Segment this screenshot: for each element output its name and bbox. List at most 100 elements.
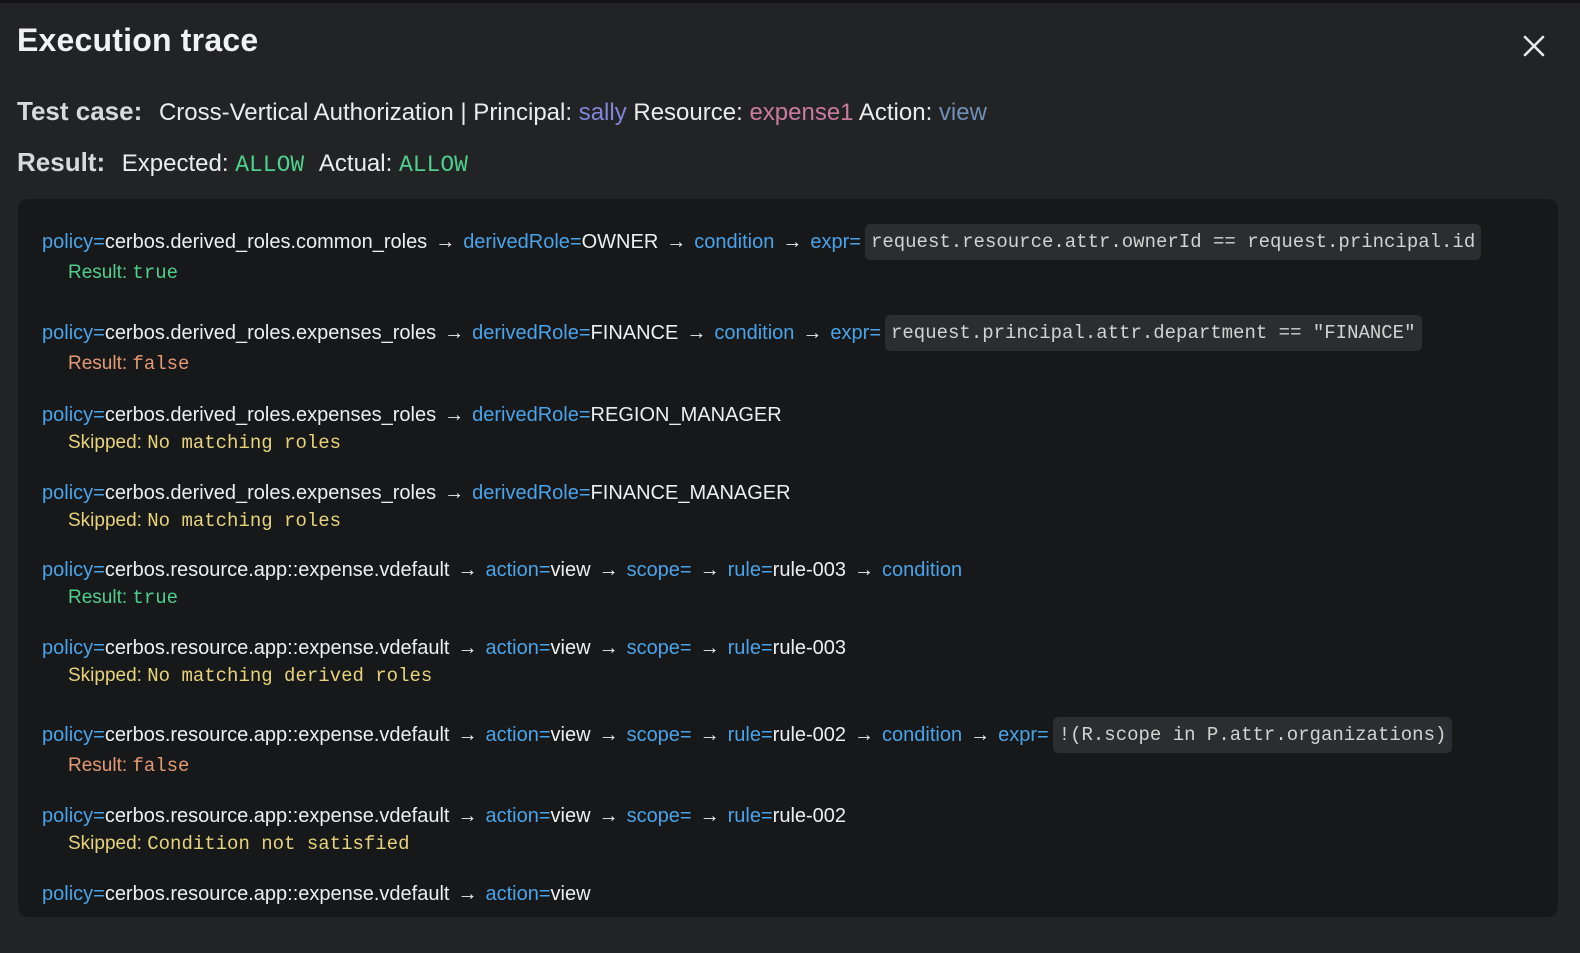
condition-key: condition — [882, 559, 963, 581]
arrow-icon: → — [444, 322, 465, 344]
arrow-icon: → — [598, 805, 619, 827]
policy-name: cerbos.resource.app::expense.vdefault — [104, 637, 450, 659]
expected-value: ALLOW — [235, 152, 305, 178]
rule-key: rule= — [727, 805, 773, 827]
skipped-reason: No matching roles — [147, 432, 342, 454]
arrow-icon: → — [457, 559, 478, 581]
arrow-icon: → — [598, 637, 619, 659]
condition-key: condition — [882, 724, 963, 746]
trace-line: policy= cerbos.derived_roles.common_role… — [42, 224, 1482, 260]
resource-label: Resource: — [633, 99, 743, 126]
test-case-label: Test case: — [17, 96, 143, 126]
policy-name: cerbos.derived_roles.common_roles — [104, 231, 428, 253]
trace-line: policy= cerbos.derived_roles.expenses_ro… — [42, 315, 1422, 351]
skipped-reason: Condition not satisfied — [147, 833, 410, 855]
rule-value: rule-002 — [772, 805, 847, 827]
trace-entry: policy= cerbos.derived_roles.expenses_ro… — [42, 400, 782, 456]
derived-role-key: derivedRole= — [472, 482, 591, 504]
policy-name: cerbos.derived_roles.expenses_roles — [104, 322, 437, 344]
policy-name: cerbos.derived_roles.expenses_roles — [104, 404, 437, 426]
trace-entry: policy= cerbos.derived_roles.common_role… — [42, 224, 1482, 286]
trace-entry: policy= cerbos.resource.app::expense.vde… — [42, 717, 1453, 779]
scope-key: scope= — [626, 637, 692, 659]
arrow-icon: → — [699, 724, 720, 746]
expected-label: Expected: — [121, 150, 229, 177]
trace-entry: policy= cerbos.resource.app::expense.vde… — [42, 633, 846, 689]
policy-name: cerbos.resource.app::expense.vdefault — [104, 559, 450, 581]
skipped-label: Skipped: — [68, 665, 142, 686]
derived-role-key: derivedRole= — [472, 322, 591, 344]
result-value: false — [132, 755, 190, 777]
skipped-label: Skipped: — [68, 510, 142, 531]
arrow-icon: → — [686, 322, 707, 344]
trace-line: policy= cerbos.resource.app::expense.vde… — [42, 555, 962, 585]
expr-key: expr= — [998, 724, 1049, 746]
policy-name: cerbos.derived_roles.expenses_roles — [104, 482, 437, 504]
expr-code: request.resource.attr.ownerId == request… — [864, 224, 1482, 260]
derived-role-value: OWNER — [581, 231, 659, 253]
dialog-title: Execution trace — [17, 22, 259, 58]
result-label: Result: — [68, 587, 128, 608]
trace-entry: policy= cerbos.derived_roles.expenses_ro… — [42, 315, 1422, 377]
condition-key: condition — [714, 322, 795, 344]
resource-value: expense1 — [749, 99, 854, 126]
arrow-icon: → — [782, 231, 803, 253]
trace-skipped: Skipped: No matching derived roles — [68, 663, 846, 689]
arrow-icon: → — [457, 724, 478, 746]
scope-key: scope= — [626, 724, 692, 746]
condition-key: condition — [694, 231, 775, 253]
policy-key: policy= — [42, 883, 105, 905]
principal-value: sally — [578, 99, 627, 126]
result-value: true — [132, 262, 179, 284]
rule-value: rule-002 — [772, 724, 847, 746]
arrow-icon: → — [854, 559, 875, 581]
derived-role-key: derivedRole= — [463, 231, 582, 253]
arrow-icon: → — [457, 637, 478, 659]
arrow-icon: → — [435, 231, 456, 253]
arrow-icon: → — [666, 231, 687, 253]
action-value: view — [550, 559, 591, 581]
result-row: Result: Expected: ALLOW Actual: ALLOW — [17, 147, 468, 178]
arrow-icon: → — [457, 805, 478, 827]
close-icon — [1523, 35, 1545, 57]
actual-value: ALLOW — [398, 152, 468, 178]
expr-key: expr= — [810, 231, 861, 253]
policy-key: policy= — [42, 559, 105, 581]
dialog-header: Execution trace — [17, 22, 258, 59]
expr-code: !(R.scope in P.attr.organizations) — [1052, 717, 1453, 753]
close-button[interactable] — [1518, 30, 1550, 62]
window-top-edge — [0, 0, 1580, 3]
action-value: view — [550, 637, 591, 659]
action-key: action= — [485, 724, 551, 746]
policy-name: cerbos.resource.app::expense.vdefault — [104, 724, 450, 746]
action-label: Action: — [858, 99, 933, 126]
trace-entry: policy= cerbos.resource.app::expense.vde… — [42, 879, 591, 909]
arrow-icon: → — [854, 724, 875, 746]
derived-role-value: REGION_MANAGER — [590, 404, 782, 426]
arrow-icon: → — [598, 559, 619, 581]
trace-line: policy= cerbos.resource.app::expense.vde… — [42, 633, 846, 663]
trace-skipped: Skipped: Condition not satisfied — [68, 831, 846, 857]
arrow-icon: → — [699, 559, 720, 581]
scope-key: scope= — [626, 559, 692, 581]
trace-panel[interactable]: policy= cerbos.derived_roles.common_role… — [18, 199, 1558, 917]
expr-code: request.principal.attr.department == "FI… — [885, 315, 1422, 351]
trace-entry: policy= cerbos.derived_roles.expenses_ro… — [42, 478, 791, 534]
derived-role-value: FINANCE_MANAGER — [590, 482, 791, 504]
arrow-icon: → — [699, 637, 720, 659]
result-value: false — [132, 353, 190, 375]
arrow-icon: → — [802, 322, 823, 344]
trace-line: policy= cerbos.resource.app::expense.vde… — [42, 879, 591, 909]
policy-name: cerbos.resource.app::expense.vdefault — [104, 883, 450, 905]
test-case-name: Cross-Vertical Authorization | Principal… — [158, 99, 573, 126]
trace-entry: policy= cerbos.resource.app::expense.vde… — [42, 801, 846, 857]
rule-value: rule-003 — [772, 637, 847, 659]
trace-skipped: Skipped: No matching roles — [68, 508, 791, 534]
trace-line: policy= cerbos.derived_roles.expenses_ro… — [42, 478, 791, 508]
policy-key: policy= — [42, 231, 105, 253]
rule-value: rule-003 — [772, 559, 847, 581]
arrow-icon: → — [457, 883, 478, 905]
skipped-label: Skipped: — [68, 432, 142, 453]
expr-key: expr= — [830, 322, 881, 344]
action-key: action= — [485, 883, 551, 905]
